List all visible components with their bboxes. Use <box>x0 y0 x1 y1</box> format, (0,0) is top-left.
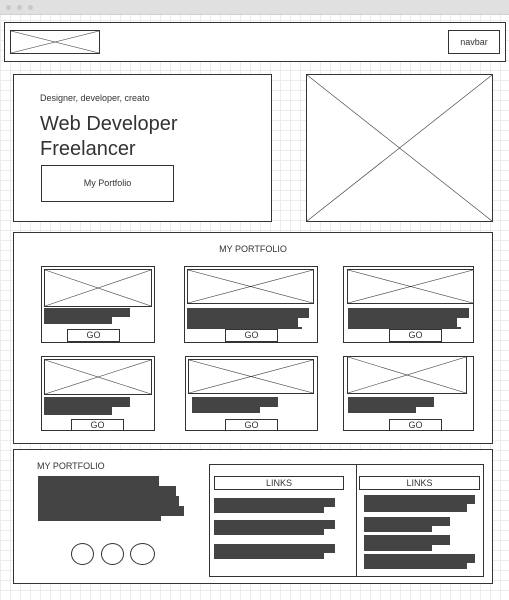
footer-text-block <box>38 476 159 486</box>
card-image-placeholder <box>347 356 467 394</box>
hero-title-line2: Freelancer <box>40 138 136 160</box>
hero-title: Web Developer Freelancer <box>40 112 177 162</box>
card-go-button[interactable]: GO <box>67 329 120 342</box>
links-divider <box>356 464 357 577</box>
card-image-placeholder <box>187 269 314 304</box>
social-circle[interactable] <box>101 543 124 565</box>
footer-heading: MY PORTFOLIO <box>37 461 105 471</box>
card-go-button[interactable]: GO <box>389 419 442 431</box>
link-text-block[interactable] <box>214 498 335 507</box>
hero-title-line1: Web Developer <box>40 113 178 135</box>
footer-text-block <box>38 496 179 506</box>
card-go-button[interactable]: GO <box>225 419 278 431</box>
link-text-block[interactable] <box>214 507 324 513</box>
card-text-block <box>192 407 260 413</box>
links-column-title: LINKS <box>359 476 480 490</box>
links-column-title: LINKS <box>214 476 344 490</box>
card-text-block <box>44 308 130 317</box>
portfolio-heading: MY PORTFOLIO <box>219 244 287 254</box>
navbar-button[interactable]: navbar <box>448 30 500 54</box>
card-text-block <box>44 317 112 324</box>
hero-image-placeholder <box>306 74 493 222</box>
social-circle[interactable] <box>71 543 94 565</box>
link-text-block[interactable] <box>364 526 432 532</box>
hero-tagline: Designer, developer, creato <box>40 93 150 103</box>
social-circle[interactable] <box>130 543 155 565</box>
card-text-block <box>192 397 278 407</box>
card-text-block <box>44 397 130 407</box>
footer-text-block <box>38 486 176 496</box>
window-titlebar <box>0 0 509 15</box>
card-go-button[interactable]: GO <box>225 329 278 342</box>
link-text-block[interactable] <box>364 563 467 569</box>
card-text-block <box>187 308 309 318</box>
footer-text-block <box>38 516 161 521</box>
card-image-placeholder <box>44 269 152 307</box>
link-text-block[interactable] <box>364 504 467 512</box>
card-text-block <box>348 308 469 318</box>
link-text-block[interactable] <box>364 535 450 545</box>
card-text-block <box>348 407 416 413</box>
my-portfolio-button[interactable]: My Portfolio <box>41 165 174 202</box>
window-maximize-dot[interactable] <box>28 5 33 10</box>
card-text-block <box>187 318 298 327</box>
card-go-button[interactable]: GO <box>71 419 124 431</box>
footer-text-block <box>38 506 184 516</box>
logo-placeholder[interactable] <box>10 30 100 54</box>
window-minimize-dot[interactable] <box>17 5 22 10</box>
card-image-placeholder <box>188 359 314 394</box>
card-image-placeholder <box>44 359 152 395</box>
card-text-block <box>348 318 457 327</box>
link-text-block[interactable] <box>364 495 475 504</box>
link-text-block[interactable] <box>214 544 335 553</box>
card-text-block <box>348 397 434 407</box>
link-text-block[interactable] <box>364 517 450 526</box>
link-text-block[interactable] <box>214 529 324 535</box>
card-image-placeholder <box>347 269 474 304</box>
card-text-block <box>44 407 112 415</box>
link-text-block[interactable] <box>364 554 475 563</box>
window-close-dot[interactable] <box>6 5 11 10</box>
link-text-block[interactable] <box>214 553 324 559</box>
card-go-button[interactable]: GO <box>389 329 442 342</box>
link-text-block[interactable] <box>364 545 432 551</box>
link-text-block[interactable] <box>214 520 335 529</box>
